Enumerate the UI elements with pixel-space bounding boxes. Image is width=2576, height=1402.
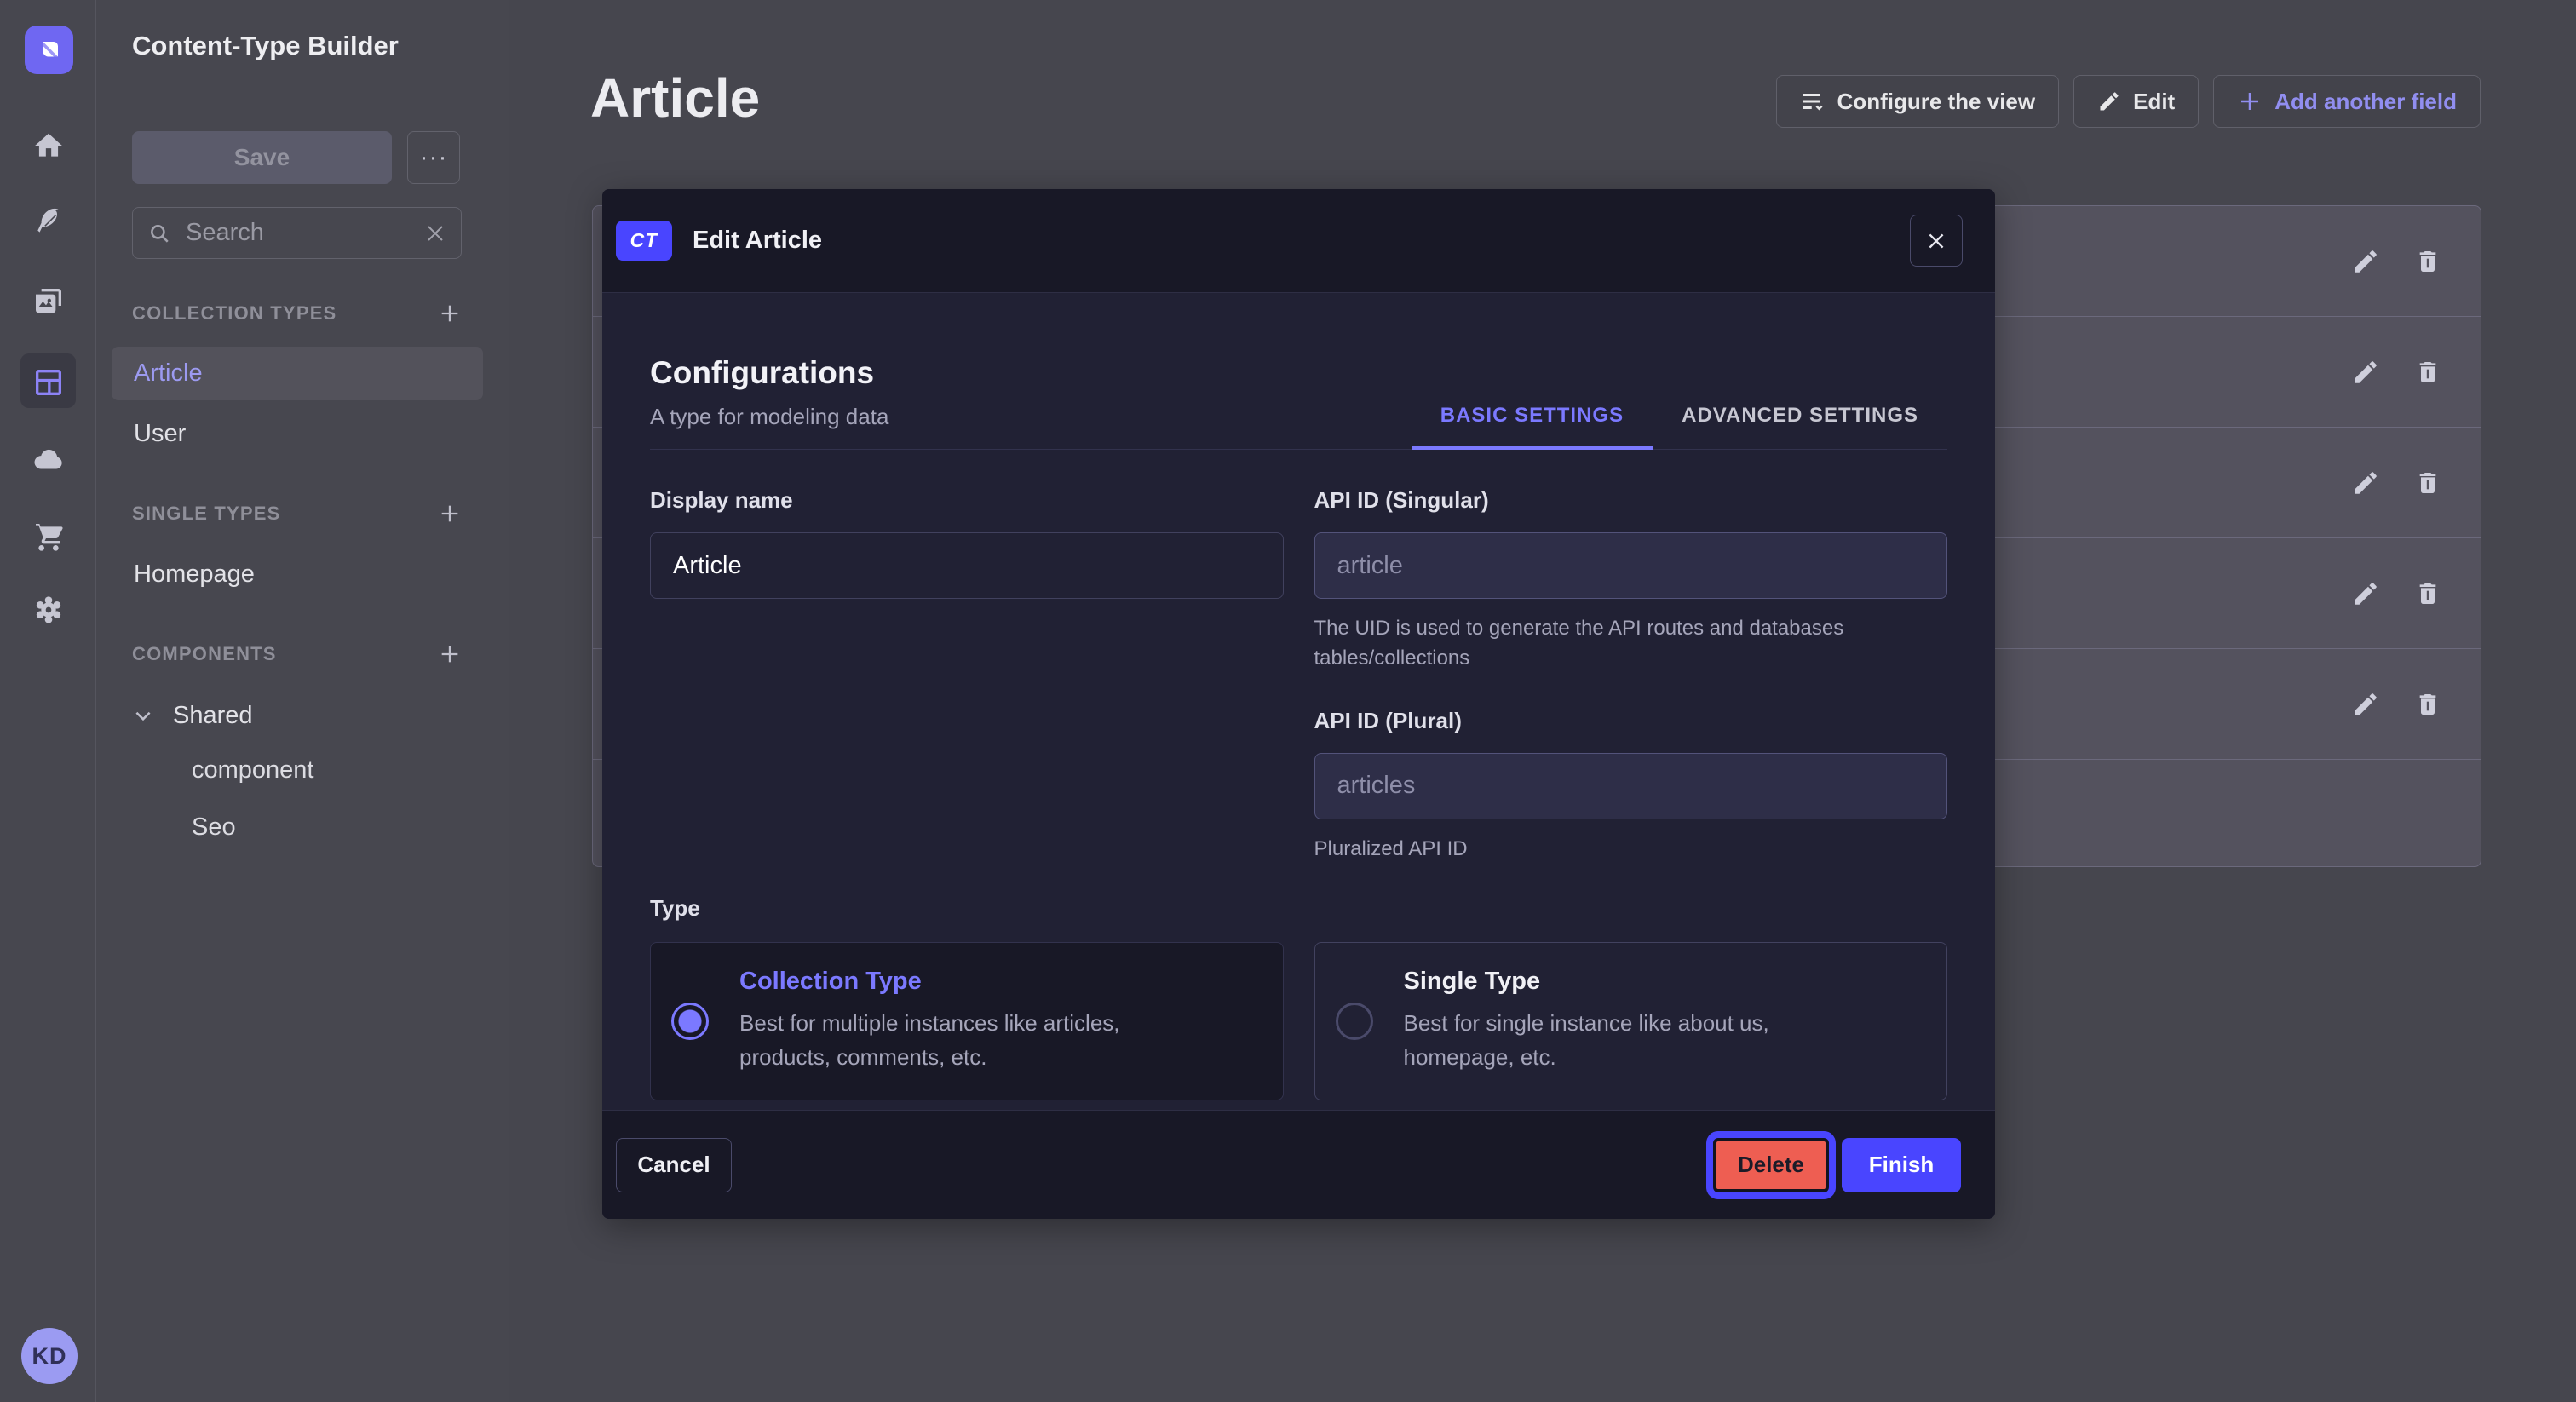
tab-basic-settings[interactable]: BASIC SETTINGS [1412, 404, 1653, 450]
configure-view-button[interactable]: Configure the view [1776, 75, 2060, 128]
add-field-label: Add another field [2274, 89, 2457, 115]
configurations-header: Configurations A type for modeling data … [650, 354, 1947, 450]
single-type-title: Single Type [1404, 968, 1881, 996]
content-type-builder-icon[interactable] [0, 365, 96, 399]
collection-type-radio[interactable] [671, 1003, 709, 1040]
search-icon [148, 222, 170, 244]
pencil-icon[interactable] [2351, 690, 2380, 719]
section-single-types: SINGLE TYPES [132, 495, 462, 532]
home-icon[interactable] [0, 129, 96, 162]
sidebar-item-component[interactable]: component [192, 745, 314, 795]
finish-button[interactable]: Finish [1842, 1138, 1961, 1192]
footer-right-buttons: Delete Finish [1713, 1138, 1961, 1192]
api-id-plural-input[interactable] [1314, 753, 1948, 819]
add-collection-type-icon[interactable] [438, 302, 462, 325]
edit-label: Edit [2133, 89, 2175, 115]
sidebar-group-shared[interactable]: Shared [132, 691, 253, 740]
collection-type-desc: Best for multiple instances like article… [739, 1006, 1216, 1075]
configuration-form: Display name API ID (Singular) The UID i… [650, 487, 1947, 864]
edit-article-modal: CT Edit Article Configurations A type fo… [602, 189, 1995, 1219]
pencil-icon[interactable] [2351, 247, 2380, 276]
single-type-radio[interactable] [1336, 1003, 1373, 1040]
trash-icon[interactable] [2414, 469, 2441, 497]
pencil-icon[interactable] [2351, 358, 2380, 387]
display-name-group: Display name [650, 487, 1284, 864]
page-title: Article [590, 66, 760, 129]
search-field[interactable] [132, 207, 462, 259]
content-type-badge: CT [616, 221, 672, 261]
tab-advanced-settings[interactable]: ADVANCED SETTINGS [1653, 404, 1947, 450]
trash-icon[interactable] [2414, 359, 2441, 386]
close-icon [1925, 230, 1947, 252]
type-options: Collection Type Best for multiple instan… [650, 942, 1947, 1100]
collection-type-title: Collection Type [739, 968, 1216, 996]
section-components: COMPONENTS [132, 635, 462, 673]
single-type-desc: Best for single instance like about us, … [1404, 1006, 1881, 1075]
marketplace-cart-icon[interactable] [0, 520, 96, 554]
plugin-sidebar: Content-Type Builder Save ··· COLLECTION… [96, 0, 509, 1402]
plugin-title: Content-Type Builder [132, 31, 399, 61]
search-input[interactable] [184, 218, 411, 248]
cancel-button[interactable]: Cancel [616, 1138, 732, 1192]
api-id-singular-hint: The UID is used to generate the API rout… [1314, 614, 1877, 674]
user-avatar[interactable]: KD [21, 1328, 78, 1384]
section-collection-types: COLLECTION TYPES [132, 295, 462, 332]
modal-title: Edit Article [693, 227, 1889, 255]
configure-view-label: Configure the view [1837, 89, 2036, 115]
app-screen: KD Content-Type Builder Save ··· COLLECT… [0, 0, 2576, 1402]
settings-tabs: BASIC SETTINGS ADVANCED SETTINGS [1412, 404, 1947, 449]
group-label: Shared [173, 702, 253, 730]
configure-lines-icon [1800, 89, 1826, 114]
api-id-singular-input[interactable] [1314, 532, 1948, 599]
modal-body: Configurations A type for modeling data … [602, 293, 1995, 1110]
trash-icon[interactable] [2414, 691, 2441, 718]
configurations-subheading: A type for modeling data [650, 404, 888, 430]
clear-search-icon[interactable] [425, 223, 446, 244]
display-name-input[interactable] [650, 532, 1284, 599]
type-section-label: Type [650, 895, 1947, 922]
api-id-column: API ID (Singular) The UID is used to gen… [1314, 487, 1948, 864]
api-id-plural-label: API ID (Plural) [1314, 708, 1948, 734]
single-type-card[interactable]: Single Type Best for single instance lik… [1314, 942, 1948, 1100]
display-name-label: Display name [650, 487, 1284, 514]
edit-button[interactable]: Edit [2073, 75, 2199, 128]
api-id-singular-label: API ID (Singular) [1314, 487, 1948, 514]
chevron-down-icon [132, 704, 154, 727]
strapi-logo-icon[interactable] [25, 26, 73, 74]
section-label: SINGLE TYPES [132, 503, 281, 525]
cloud-icon[interactable] [0, 442, 96, 478]
trash-icon[interactable] [2414, 248, 2441, 275]
add-another-field-button[interactable]: Add another field [2213, 75, 2481, 128]
media-library-icon[interactable] [0, 284, 96, 319]
collection-type-card[interactable]: Collection Type Best for multiple instan… [650, 942, 1284, 1100]
section-label: COMPONENTS [132, 643, 277, 665]
configurations-heading: Configurations [650, 354, 888, 392]
settings-gear-icon[interactable] [0, 593, 96, 627]
pencil-icon [2097, 89, 2121, 113]
sidebar-item-homepage[interactable]: Homepage [112, 549, 483, 599]
save-button[interactable]: Save [132, 131, 392, 184]
more-options-button[interactable]: ··· [407, 131, 460, 184]
close-modal-button[interactable] [1910, 215, 1963, 267]
api-id-singular-group: API ID (Singular) The UID is used to gen… [1314, 487, 1948, 674]
plus-icon [2237, 89, 2263, 114]
pencil-icon[interactable] [2351, 579, 2380, 608]
nav-rail: KD [0, 0, 96, 1402]
content-manager-icon[interactable] [0, 205, 96, 238]
api-id-plural-group: API ID (Plural) Pluralized API ID [1314, 708, 1948, 865]
section-label: COLLECTION TYPES [132, 302, 336, 325]
sidebar-item-article[interactable]: Article [112, 347, 483, 400]
pencil-icon[interactable] [2351, 468, 2380, 497]
add-component-icon[interactable] [438, 642, 462, 666]
trash-icon[interactable] [2414, 580, 2441, 607]
api-id-plural-hint: Pluralized API ID [1314, 835, 1877, 865]
modal-footer: Cancel Delete Finish [602, 1110, 1995, 1219]
page-actions: Configure the view Edit Add another fiel… [1776, 75, 2481, 128]
modal-header: CT Edit Article [602, 189, 1995, 293]
delete-button[interactable]: Delete [1713, 1138, 1829, 1192]
sidebar-item-user[interactable]: User [112, 409, 483, 458]
sidebar-item-seo[interactable]: Seo [192, 802, 236, 852]
add-single-type-icon[interactable] [438, 502, 462, 526]
